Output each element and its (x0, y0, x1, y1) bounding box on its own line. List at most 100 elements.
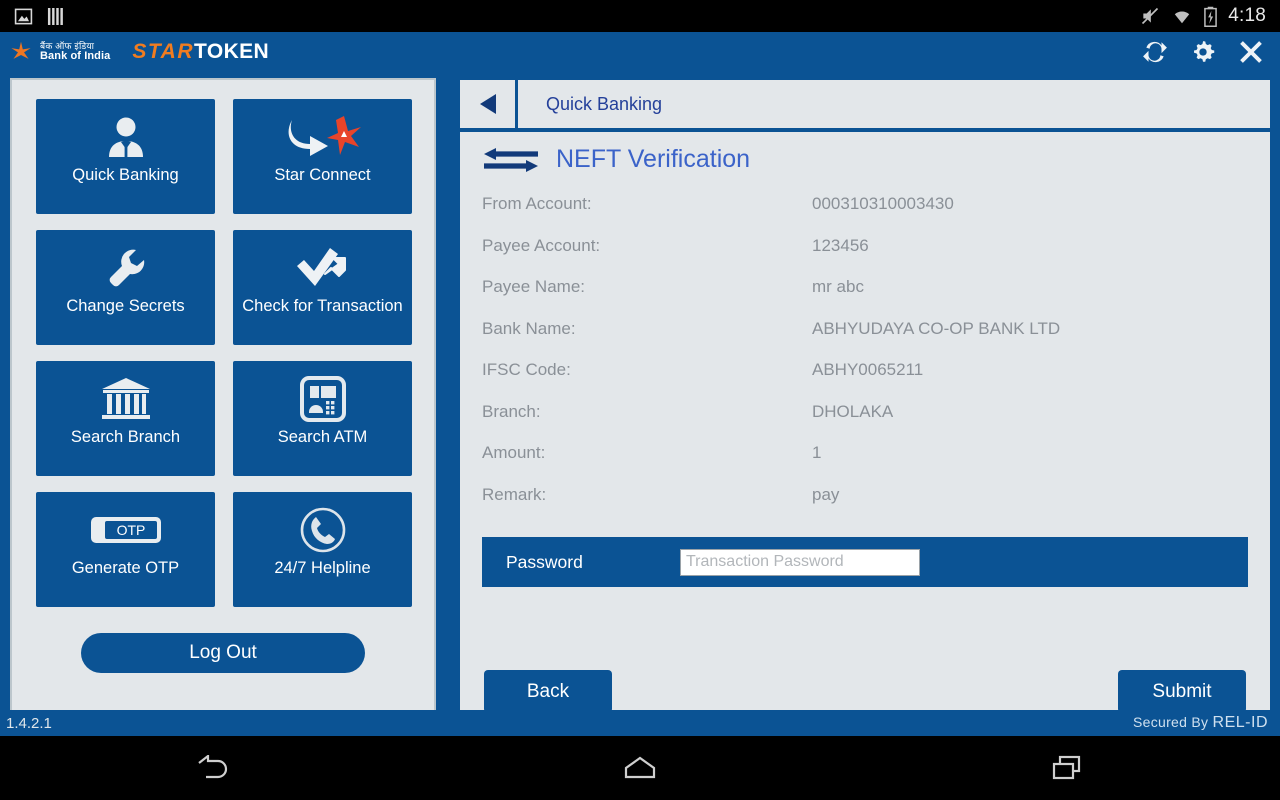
sidebar-item-label: Generate OTP (71, 559, 180, 577)
app-window: बैंक ऑफ इंडिया Bank of India STARTOKEN Q… (0, 32, 1280, 740)
detail-value: 000310310003430 (812, 194, 954, 213)
sidebar-item-label: Search ATM (277, 428, 368, 446)
submit-button[interactable]: Submit (1118, 670, 1246, 713)
sidebar-panel: Quick Banking Star Connect Change Secret… (10, 78, 436, 740)
sidebar-item-label: Check for Transaction (242, 297, 403, 315)
phone-icon (299, 503, 347, 557)
detail-value: 123456 (812, 235, 869, 255)
checkmark-arrow-icon (295, 241, 351, 295)
image-icon (14, 8, 33, 24)
detail-row: Branch: DHOLAKA (482, 402, 1270, 444)
detail-label: Branch: (482, 401, 541, 421)
gear-icon[interactable] (1190, 39, 1216, 65)
wifi-icon (1175, 11, 1190, 24)
form-action-row: Back Submit (460, 670, 1270, 713)
android-home-icon (624, 756, 656, 779)
sidebar-item-search-branch[interactable]: Search Branch (36, 361, 215, 476)
detail-value: 1 (812, 443, 822, 462)
bank-building-icon (100, 372, 152, 426)
sidebar-item-search-atm[interactable]: Search ATM (233, 361, 412, 476)
secured-by-prefix: Secured By (1132, 714, 1209, 730)
detail-label: From Account: (482, 194, 592, 213)
wrench-icon (102, 241, 150, 295)
detail-label: Bank Name: (482, 318, 576, 338)
detail-row: Remark: pay (482, 485, 1270, 527)
transfer-arrows-icon (484, 147, 538, 172)
password-label: Password (506, 551, 583, 572)
android-status-bar: 4:18 (0, 0, 1280, 32)
logout-button[interactable]: Log Out (81, 633, 365, 673)
relid-brand: REL-ID (1212, 714, 1268, 731)
svg-text:OTP: OTP (116, 522, 145, 538)
header-action-buttons (1142, 39, 1280, 65)
status-bar-clock: 4:18 (1228, 5, 1266, 26)
sidebar-item-label: Search Branch (70, 428, 181, 446)
android-back-icon (198, 755, 228, 779)
detail-value: ABHYUDAYA CO-OP BANK LTD (812, 318, 1061, 338)
transaction-details-list: From Account: 000310310003430 Payee Acco… (460, 174, 1270, 526)
page-title: NEFT Verification (556, 145, 751, 173)
app-header: बैंक ऑफ इंडिया Bank of India STARTOKEN (0, 32, 1280, 72)
sim-bars-icon (47, 7, 63, 25)
battery-charging-icon (1204, 6, 1218, 27)
detail-label: IFSC Code: (482, 360, 571, 379)
detail-value: DHOLAKA (812, 401, 894, 421)
otp-token-icon: OTP (90, 503, 162, 557)
status-bar-right-icons: 4:18 (1140, 5, 1280, 27)
startoken-star-text: STAR (132, 40, 194, 63)
detail-row: Bank Name: ABHYUDAYA CO-OP BANK LTD (482, 319, 1270, 361)
bank-of-india-star-icon (11, 41, 31, 59)
sidebar-tile-grid: Quick Banking Star Connect Change Secret… (12, 80, 434, 607)
sidebar-item-label: Quick Banking (72, 166, 179, 184)
detail-label: Remark: (482, 484, 547, 504)
detail-value: mr abc (812, 277, 864, 296)
detail-value: ABHY0065211 (812, 360, 924, 379)
sidebar-item-label: Change Secrets (66, 297, 185, 315)
brand-logo: बैंक ऑफ इंडिया Bank of India STARTOKEN (0, 40, 269, 64)
detail-row: From Account: 000310310003430 (482, 194, 1270, 236)
secured-by-label: Secured By REL-ID (1133, 714, 1280, 732)
sidebar-item-star-connect[interactable]: Star Connect (233, 99, 412, 214)
breadcrumb[interactable]: Quick Banking (518, 80, 662, 128)
android-recents-icon (1052, 755, 1080, 780)
status-bar-left-icons (0, 7, 64, 26)
app-footer: 1.4.2.1 Secured By REL-ID (0, 710, 1280, 736)
sidebar-item-change-secrets[interactable]: Change Secrets (36, 230, 215, 345)
atm-machine-icon (299, 372, 347, 426)
detail-label: Amount: (482, 443, 546, 462)
content-panel: Quick Banking NEFT Verification From Acc… (460, 78, 1270, 740)
transaction-password-input[interactable] (680, 548, 920, 576)
sidebar-item-check-for-transaction[interactable]: Check for Transaction (233, 230, 412, 345)
sidebar-item-label: Star Connect (274, 166, 371, 184)
version-label: 1.4.2.1 (6, 714, 52, 732)
back-navigation-button[interactable] (460, 80, 518, 128)
detail-row: Payee Account: 123456 (482, 236, 1270, 278)
android-recents-button[interactable] (1007, 755, 1127, 781)
detail-label: Payee Account: (482, 235, 601, 255)
sidebar-item-generate-otp[interactable]: OTP Generate OTP (36, 492, 215, 607)
breadcrumb-bar: Quick Banking (460, 80, 1270, 132)
bank-name-block: बैंक ऑफ इंडिया Bank of India (40, 41, 110, 62)
sidebar-item-helpline[interactable]: 24/7 Helpline (233, 492, 412, 607)
page-title-row: NEFT Verification (460, 132, 1270, 174)
detail-row: Payee Name: mr abc (482, 277, 1270, 319)
user-icon (102, 110, 150, 164)
sync-icon[interactable] (1142, 39, 1168, 65)
sidebar-item-label: 24/7 Helpline (274, 559, 371, 577)
detail-value: pay (812, 484, 840, 504)
arrow-star-icon (284, 110, 362, 164)
startoken-token-text: TOKEN (193, 40, 270, 63)
close-icon[interactable] (1238, 39, 1264, 65)
back-button[interactable]: Back (484, 670, 612, 713)
detail-row: IFSC Code: ABHY0065211 (482, 360, 1270, 402)
password-row: Password (482, 537, 1248, 587)
detail-row: Amount: 1 (482, 443, 1270, 485)
startoken-wordmark: STARTOKEN (132, 40, 269, 64)
mute-icon (1142, 7, 1159, 25)
back-triangle-icon (479, 94, 496, 114)
android-back-button[interactable] (153, 755, 273, 781)
android-nav-bar (0, 736, 1280, 800)
sidebar-item-quick-banking[interactable]: Quick Banking (36, 99, 215, 214)
detail-label: Payee Name: (482, 277, 585, 296)
android-home-button[interactable] (580, 755, 700, 781)
